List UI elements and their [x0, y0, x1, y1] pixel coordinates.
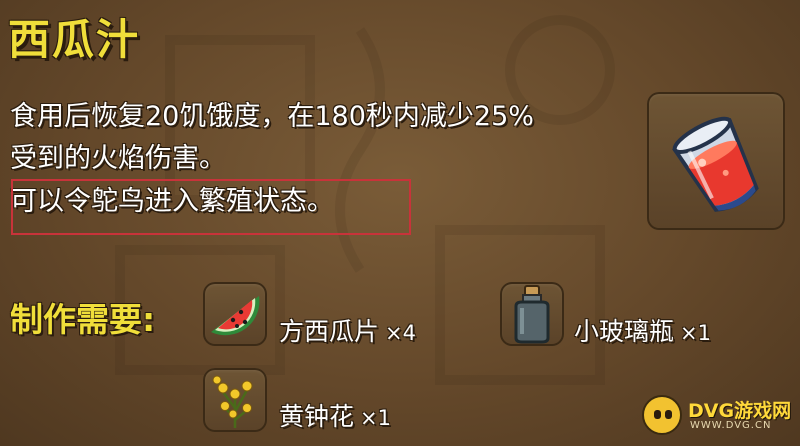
- ingredient-watermelon-slice: 方西瓜片 ×4: [279, 312, 416, 348]
- ingredient-slot-watermelon-slice[interactable]: [203, 282, 267, 346]
- small-glass-bottle-icon: [514, 285, 550, 344]
- item-title: 西瓜汁: [8, 15, 141, 64]
- item-slot[interactable]: [647, 92, 785, 230]
- description-line-1: 食用后恢复20饥饿度，在180秒内减少25%: [10, 101, 534, 132]
- watermark-brand: DVG游戏网: [688, 400, 792, 422]
- ingredient-name: 小玻璃瓶: [574, 317, 675, 346]
- ingredient-qty: ×4: [385, 321, 416, 345]
- recipe-label: 制作需要:: [10, 300, 156, 339]
- watermelon-slice-icon: [211, 296, 260, 336]
- watermark-url: WWW.DVG.CN: [690, 420, 772, 431]
- ingredient-name: 方西瓜片: [279, 317, 380, 346]
- description-line-2: 受到的火焰伤害。: [10, 143, 226, 174]
- watermelon-juice-icon: [672, 116, 759, 212]
- logo-icon: [642, 395, 682, 435]
- ingredient-yellow-bell-flower: 黄钟花 ×1: [279, 397, 391, 433]
- ingredient-name: 黄钟花: [279, 402, 355, 431]
- ingredient-slot-yellow-bell-flower[interactable]: [203, 368, 267, 432]
- site-watermark: DVG游戏网 WWW.DVG.CN: [642, 393, 792, 439]
- ingredient-qty: ×1: [680, 321, 711, 345]
- ingredient-qty: ×1: [360, 406, 391, 430]
- highlight-box: [11, 179, 411, 235]
- ingredient-glass-bottle: 小玻璃瓶 ×1: [574, 312, 711, 348]
- yellow-bell-flower-icon: [212, 375, 253, 428]
- ingredient-slot-glass-bottle[interactable]: [500, 282, 564, 346]
